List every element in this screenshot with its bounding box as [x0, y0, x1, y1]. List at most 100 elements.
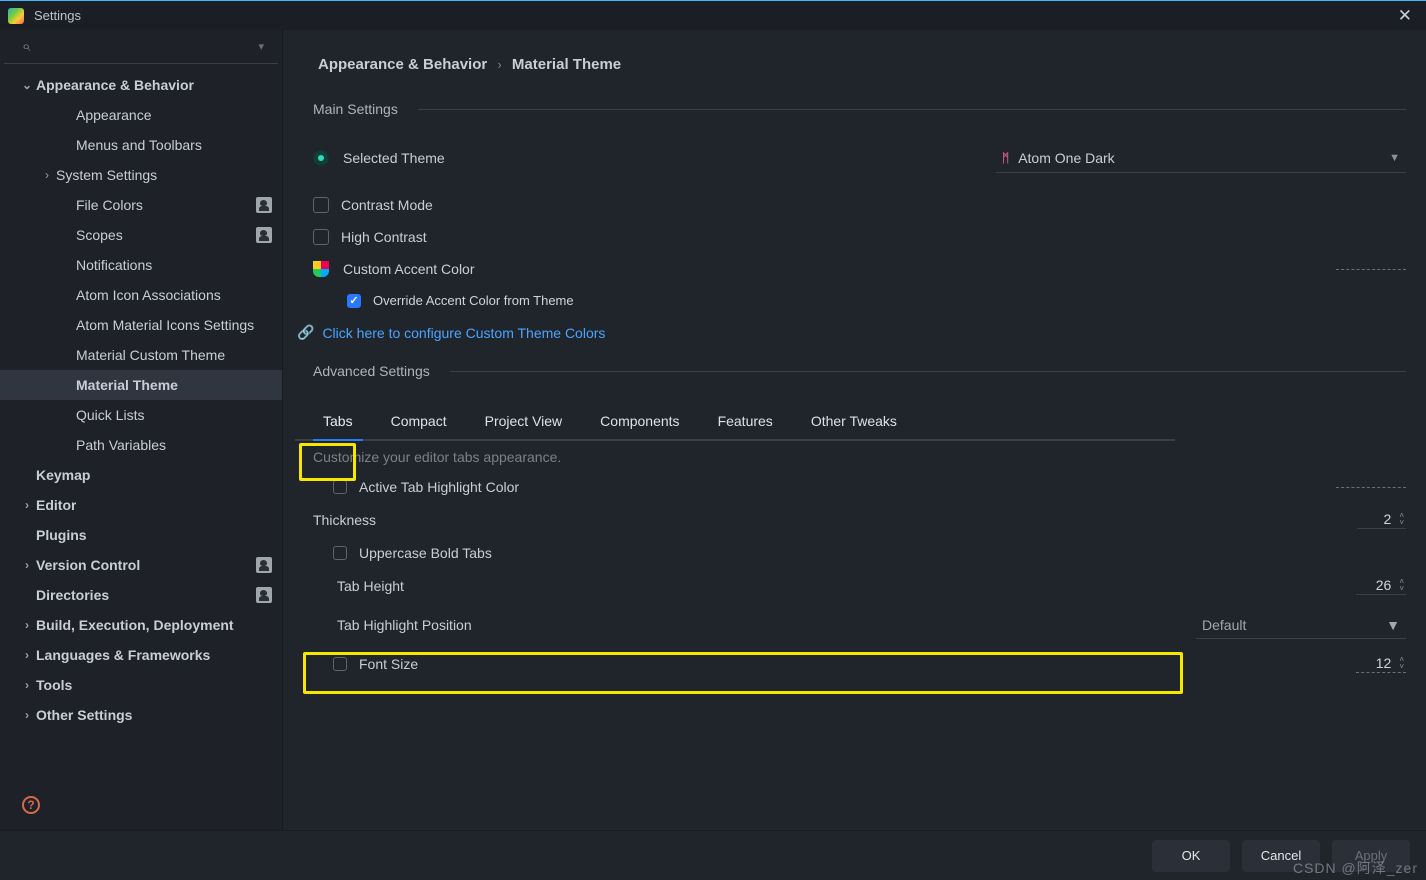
chevron-right-icon[interactable]: › — [18, 498, 36, 512]
section-label: Main Settings — [313, 101, 398, 117]
override-accent-label: Override Accent Color from Theme — [373, 293, 574, 308]
tree-item-keymap[interactable]: Keymap — [0, 460, 282, 490]
theme-select[interactable]: ᛗ Atom One Dark ▼ — [996, 143, 1406, 173]
chevron-down-icon[interactable]: ˅ — [1399, 519, 1404, 526]
chevron-down-icon[interactable]: ˅ — [1399, 585, 1404, 592]
tree-item-atom-icon-associations[interactable]: Atom Icon Associations — [0, 280, 282, 310]
tab-highlight-pos-label: Tab Highlight Position — [337, 617, 1196, 633]
tree-item-version-control[interactable]: ›Version Control — [0, 550, 282, 580]
chevron-right-icon[interactable]: › — [18, 558, 36, 572]
chevron-down-icon[interactable]: ˅ — [1399, 663, 1404, 670]
high-contrast-label: High Contrast — [341, 229, 1406, 245]
checkbox-high-contrast[interactable] — [313, 229, 329, 245]
tree-item-notifications[interactable]: Notifications — [0, 250, 282, 280]
breadcrumb-root[interactable]: Appearance & Behavior — [318, 56, 487, 73]
divider — [418, 109, 1406, 110]
tree-item-plugins[interactable]: Plugins — [0, 520, 282, 550]
chevron-right-icon[interactable]: › — [18, 618, 36, 632]
tree-item-file-colors[interactable]: File Colors — [0, 190, 282, 220]
palette-icon — [313, 261, 329, 277]
tree-item-scopes[interactable]: Scopes — [0, 220, 282, 250]
tab-other-tweaks[interactable]: Other Tweaks — [801, 405, 907, 439]
section-main-settings: Main Settings — [295, 93, 1406, 125]
tree-item-atom-material-icons-settings[interactable]: Atom Material Icons Settings — [0, 310, 282, 340]
tab-height-label: Tab Height — [337, 578, 1356, 594]
chevron-down-icon: ▼ — [1386, 617, 1400, 633]
apply-button[interactable]: Apply — [1332, 840, 1410, 872]
tree-item-label: Other Settings — [36, 707, 132, 723]
accent-color-swatch[interactable] — [1336, 269, 1406, 270]
checkbox-override-accent[interactable] — [347, 294, 361, 308]
chevron-right-icon[interactable]: › — [18, 648, 36, 662]
tree-item-label: Directories — [36, 587, 109, 603]
close-icon[interactable]: ✕ — [1392, 6, 1418, 26]
tree-item-material-custom-theme[interactable]: Material Custom Theme — [0, 340, 282, 370]
chevron-right-icon[interactable]: › — [18, 678, 36, 692]
chevron-right-icon[interactable]: › — [38, 168, 56, 182]
thickness-stepper[interactable]: 2 ˄˅ — [1357, 511, 1406, 529]
tree-item-label: Notifications — [76, 257, 152, 273]
tree-item-label: Keymap — [36, 467, 90, 483]
font-size-value: 12 — [1376, 655, 1398, 671]
chevron-right-icon[interactable]: › — [18, 708, 36, 722]
tree-item-build-execution-deployment[interactable]: ›Build, Execution, Deployment — [0, 610, 282, 640]
chevron-down-icon[interactable]: ⌄ — [18, 78, 36, 92]
tree-item-label: Atom Icon Associations — [76, 287, 221, 303]
tab-height-stepper[interactable]: 26 ˄˅ — [1356, 577, 1406, 595]
checkbox-contrast-mode[interactable] — [313, 197, 329, 213]
tree-item-directories[interactable]: Directories — [0, 580, 282, 610]
active-tab-color-swatch[interactable] — [1336, 487, 1406, 488]
title-bar: Settings ✕ — [0, 0, 1426, 30]
tree-item-other-settings[interactable]: ›Other Settings — [0, 700, 282, 730]
tree-item-label: File Colors — [76, 197, 143, 213]
tab-tabs[interactable]: Tabs — [313, 405, 363, 439]
tab-compact[interactable]: Compact — [381, 405, 457, 439]
material-logo-icon: ᛗ — [1002, 151, 1008, 165]
tab-features[interactable]: Features — [708, 405, 783, 439]
tab-highlight-position-value: Default — [1202, 617, 1246, 633]
section-advanced-settings: Advanced Settings — [295, 349, 1406, 387]
tree-item-editor[interactable]: ›Editor — [0, 490, 282, 520]
tree-item-menus-and-toolbars[interactable]: Menus and Toolbars — [0, 130, 282, 160]
scope-badge-icon — [256, 197, 272, 213]
sidebar-search[interactable]: ⌕ ▾ — [4, 30, 278, 64]
font-size-label: Font Size — [359, 656, 1356, 672]
app-icon — [8, 8, 24, 24]
tree-item-quick-lists[interactable]: Quick Lists — [0, 400, 282, 430]
tab-components[interactable]: Components — [590, 405, 689, 439]
checkbox-font-size[interactable] — [333, 657, 347, 671]
tab-project-view[interactable]: Project View — [475, 405, 573, 439]
checkbox-active-tab-color[interactable] — [333, 480, 347, 494]
tree-item-material-theme[interactable]: Material Theme — [0, 370, 282, 400]
tree-item-tools[interactable]: ›Tools — [0, 670, 282, 700]
configure-theme-colors-link[interactable]: Click here to configure Custom Theme Col… — [322, 325, 605, 341]
tree-item-appearance-behavior[interactable]: ⌄Appearance & Behavior — [0, 70, 282, 100]
chevron-right-icon: › — [497, 57, 501, 72]
font-size-stepper[interactable]: 12 ˄˅ — [1356, 655, 1406, 673]
tree-item-label: Plugins — [36, 527, 87, 543]
ok-button[interactable]: OK — [1152, 840, 1230, 872]
tab-height-value: 26 — [1376, 577, 1398, 593]
uppercase-tabs-label: Uppercase Bold Tabs — [359, 545, 1406, 561]
chevron-down-icon: ▼ — [1389, 152, 1400, 164]
search-dropdown-icon[interactable]: ▾ — [258, 40, 264, 53]
radio-selected-theme[interactable] — [313, 150, 329, 166]
section-label: Advanced Settings — [313, 363, 430, 379]
breadcrumb-leaf: Material Theme — [512, 56, 621, 73]
cancel-button[interactable]: Cancel — [1242, 840, 1320, 872]
tab-highlight-position-select[interactable]: Default ▼ — [1196, 611, 1406, 639]
main-panel: Appearance & Behavior › Material Theme M… — [283, 30, 1426, 830]
tree-item-appearance[interactable]: Appearance — [0, 100, 282, 130]
breadcrumb: Appearance & Behavior › Material Theme — [283, 30, 1426, 87]
tree-item-label: Languages & Frameworks — [36, 647, 210, 663]
help-icon[interactable]: ? — [22, 796, 40, 814]
tree-item-system-settings[interactable]: ›System Settings — [0, 160, 282, 190]
tree-item-label: Material Custom Theme — [76, 347, 225, 363]
tree-item-languages-frameworks[interactable]: ›Languages & Frameworks — [0, 640, 282, 670]
checkbox-uppercase-tabs[interactable] — [333, 546, 347, 560]
tab-bar: Tabs Compact Project View Components Feature… — [295, 395, 1175, 441]
window-title: Settings — [34, 8, 81, 23]
settings-tree: ⌄Appearance & BehaviorAppearanceMenus an… — [0, 64, 282, 780]
contrast-mode-label: Contrast Mode — [341, 197, 1406, 213]
tree-item-path-variables[interactable]: Path Variables — [0, 430, 282, 460]
